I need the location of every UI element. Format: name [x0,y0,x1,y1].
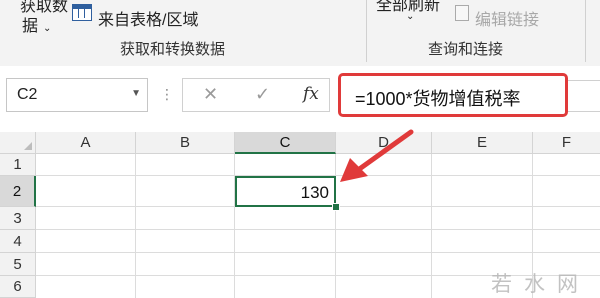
formula-bar-extension[interactable] [568,80,600,112]
from-table-range-button[interactable]: 来自表格/区域 [98,6,198,30]
ribbon-divider [366,0,367,62]
ribbon: 获取数 据 ⌄ 来自表格/区域 获取和转换数据 全部刷新 ⌄ 编辑链接 查询和连接 [0,0,600,67]
group-label-queries-connections: 查询和连接 [428,41,504,58]
column-header[interactable]: A [36,132,136,154]
column-header[interactable]: E [432,132,533,154]
watermark-logo: 若水网 [491,273,590,296]
ribbon-divider [585,0,586,62]
row-header[interactable]: 4 [0,230,36,253]
get-data-button-line2[interactable]: 据 ⌄ [22,12,51,36]
formula-input[interactable]: =1000*货物增值税率 [338,73,568,117]
cancel-icon[interactable]: ✕ [203,84,218,105]
edit-links-icon [455,5,469,21]
table-icon [72,4,92,21]
name-box[interactable]: C2 ▼ [6,78,148,112]
formula-text: =1000*货物增值税率 [355,89,521,109]
chevron-down-icon[interactable]: ▼ [131,88,141,99]
insert-function-icon[interactable]: fx [303,84,319,104]
active-cell-c2[interactable]: 130 [235,176,336,207]
row-header[interactable]: 1 [0,154,36,176]
edit-links-button[interactable]: 编辑链接 [475,6,539,30]
grid-line [36,252,600,253]
row-header[interactable]: 6 [0,276,36,298]
formula-buttons: ✕ ✓ fx [182,78,330,112]
chevron-down-icon: ⌄ [43,23,52,34]
group-label-get-transform: 获取和转换数据 [120,41,226,58]
row-header[interactable]: 3 [0,207,36,230]
cell-value: 130 [300,183,329,202]
row-header-selected[interactable]: 2 [0,176,36,207]
chevron-down-icon[interactable]: ⌄ [406,11,414,22]
row-header[interactable]: 5 [0,253,36,276]
get-data-label: 据 [22,18,39,35]
fill-handle[interactable] [332,203,340,211]
grid-line [36,229,600,230]
column-header[interactable]: D [336,132,432,154]
column-header[interactable]: F [533,132,600,154]
select-all-button[interactable] [0,132,36,154]
column-header[interactable]: B [136,132,235,154]
resize-handle-icon[interactable]: ⋮ [160,86,174,103]
column-header-selected[interactable]: C [235,132,336,154]
name-box-value: C2 [17,86,38,103]
enter-icon[interactable]: ✓ [255,84,270,105]
